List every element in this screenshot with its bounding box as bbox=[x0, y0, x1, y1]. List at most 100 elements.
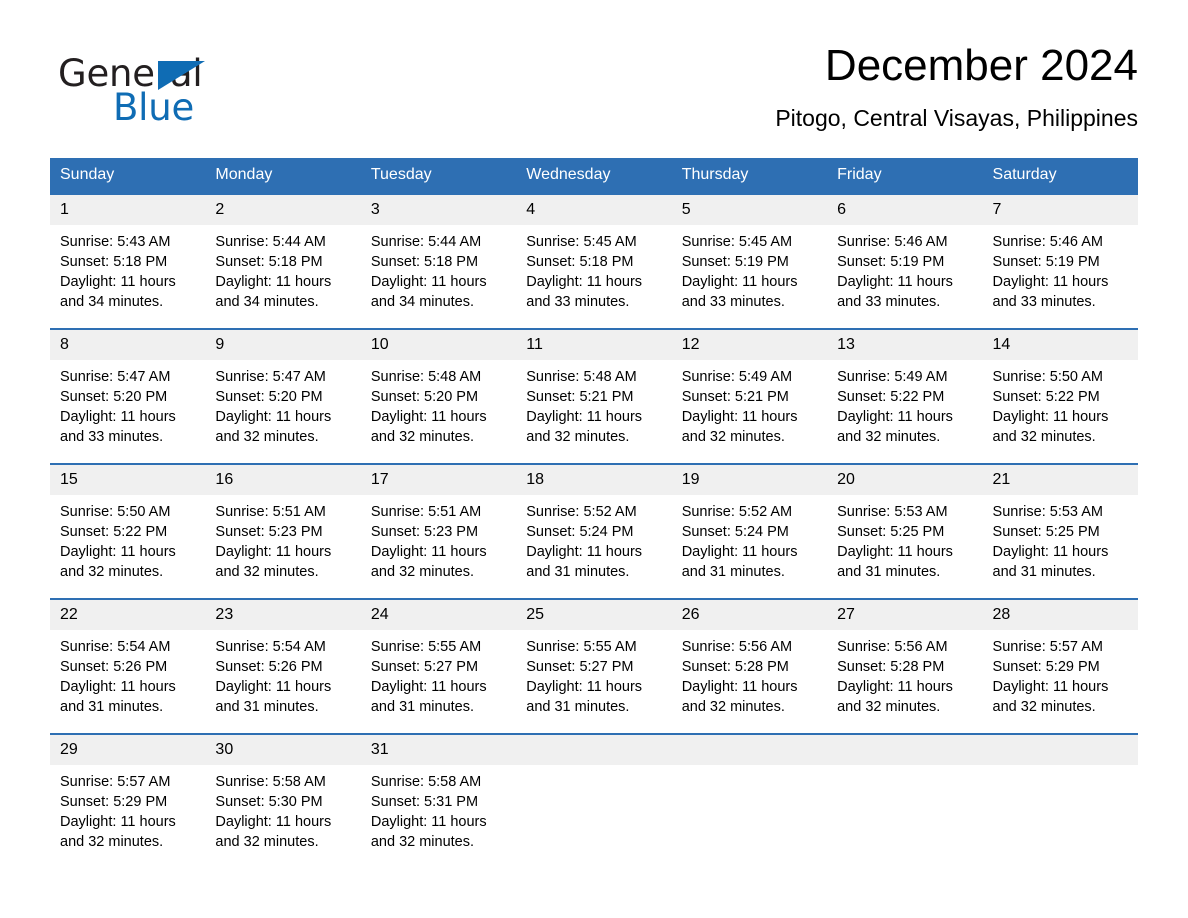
day-info: Sunrise: 5:44 AM Sunset: 5:18 PM Dayligh… bbox=[361, 225, 516, 312]
sunrise-text: Sunrise: 5:44 AM bbox=[370, 234, 482, 250]
day-cell[interactable]: 18 Sunrise: 5:52 AM Sunset: 5:24 PM Dayl… bbox=[516, 465, 672, 598]
sunset-text: Sunset: 5:25 PM bbox=[837, 524, 945, 540]
day-number: 12 bbox=[671, 330, 828, 360]
day-number: 15 bbox=[50, 465, 206, 495]
sunset-text: Sunset: 5:22 PM bbox=[992, 389, 1100, 405]
day-number: 18 bbox=[516, 465, 672, 495]
daylight-text: Daylight: 11 hours and 32 minutes. bbox=[370, 409, 487, 445]
day-cell[interactable]: 12 Sunrise: 5:49 AM Sunset: 5:21 PM Dayl… bbox=[671, 330, 828, 463]
day-cell[interactable]: 3 Sunrise: 5:44 AM Sunset: 5:18 PM Dayli… bbox=[360, 195, 517, 328]
weekday-header-saturday: Saturday bbox=[992, 166, 1057, 183]
day-number: 5 bbox=[671, 195, 828, 225]
daylight-text: Daylight: 11 hours and 31 minutes. bbox=[992, 544, 1109, 580]
day-number: 10 bbox=[360, 330, 517, 360]
day-cell[interactable]: 25 Sunrise: 5:55 AM Sunset: 5:27 PM Dayl… bbox=[516, 600, 672, 733]
calendar-page: General Blue December 2024 Pitogo, Centr… bbox=[0, 0, 1188, 918]
sunset-text: Sunset: 5:23 PM bbox=[215, 524, 323, 540]
day-cell[interactable]: 13 Sunrise: 5:49 AM Sunset: 5:22 PM Dayl… bbox=[827, 330, 983, 463]
day-number: 25 bbox=[516, 600, 672, 630]
sunset-text: Sunset: 5:23 PM bbox=[370, 524, 479, 540]
day-cell[interactable]: 22 Sunrise: 5:54 AM Sunset: 5:26 PM Dayl… bbox=[50, 600, 206, 733]
daylight-text: Daylight: 11 hours and 34 minutes. bbox=[60, 274, 176, 310]
day-cell[interactable]: 28 Sunrise: 5:57 AM Sunset: 5:29 PM Dayl… bbox=[982, 600, 1138, 733]
day-info: Sunrise: 5:45 AM Sunset: 5:19 PM Dayligh… bbox=[672, 225, 827, 312]
day-cell[interactable]: 9 Sunrise: 5:47 AM Sunset: 5:20 PM Dayli… bbox=[205, 330, 361, 463]
day-number: 7 bbox=[982, 195, 1138, 225]
day-cell[interactable]: 19 Sunrise: 5:52 AM Sunset: 5:24 PM Dayl… bbox=[671, 465, 828, 598]
day-info: Sunrise: 5:58 AM Sunset: 5:31 PM Dayligh… bbox=[361, 765, 516, 852]
day-info: Sunrise: 5:47 AM Sunset: 5:20 PM Dayligh… bbox=[50, 360, 205, 447]
daylight-text: Daylight: 11 hours and 33 minutes. bbox=[681, 274, 798, 310]
sunrise-text: Sunrise: 5:50 AM bbox=[992, 369, 1103, 385]
day-cell[interactable]: 11 Sunrise: 5:48 AM Sunset: 5:21 PM Dayl… bbox=[516, 330, 672, 463]
day-number: 19 bbox=[671, 465, 828, 495]
daylight-text: Daylight: 11 hours and 31 minutes. bbox=[215, 679, 332, 715]
day-info: Sunrise: 5:46 AM Sunset: 5:19 PM Dayligh… bbox=[827, 225, 982, 312]
day-cell[interactable]: 20 Sunrise: 5:53 AM Sunset: 5:25 PM Dayl… bbox=[827, 465, 983, 598]
daylight-text: Daylight: 11 hours and 33 minutes. bbox=[992, 274, 1109, 310]
weekday-header-tuesday: Tuesday bbox=[370, 166, 432, 183]
sunrise-text: Sunrise: 5:49 AM bbox=[837, 369, 948, 385]
weekday-header-wednesday: Wednesday bbox=[526, 166, 611, 183]
day-cell[interactable]: 29 Sunrise: 5:57 AM Sunset: 5:29 PM Dayl… bbox=[50, 735, 206, 868]
daylight-text: Daylight: 11 hours and 32 minutes. bbox=[837, 409, 953, 445]
sunrise-text: Sunrise: 5:52 AM bbox=[681, 504, 793, 520]
day-cell[interactable]: 4 Sunrise: 5:45 AM Sunset: 5:18 PM Dayli… bbox=[516, 195, 672, 328]
sunset-text: Sunset: 5:25 PM bbox=[992, 524, 1100, 540]
day-cell[interactable]: 1 Sunrise: 5:43 AM Sunset: 5:18 PM Dayli… bbox=[50, 195, 206, 328]
day-cell[interactable]: 16 Sunrise: 5:51 AM Sunset: 5:23 PM Dayl… bbox=[205, 465, 361, 598]
daylight-text: Daylight: 11 hours and 34 minutes. bbox=[215, 274, 332, 310]
day-number: 28 bbox=[982, 600, 1138, 630]
day-cell[interactable]: 6 Sunrise: 5:46 AM Sunset: 5:19 PM Dayli… bbox=[827, 195, 983, 328]
generalblue-logo[interactable]: General Blue bbox=[58, 52, 318, 142]
day-cell[interactable]: 15 Sunrise: 5:50 AM Sunset: 5:22 PM Dayl… bbox=[50, 465, 206, 598]
week-row: 22 Sunrise: 5:54 AM Sunset: 5:26 PM Dayl… bbox=[50, 598, 1138, 733]
week-row: 1 Sunrise: 5:43 AM Sunset: 5:18 PM Dayli… bbox=[50, 193, 1138, 328]
weekday-header-thursday: Thursday bbox=[681, 166, 749, 183]
sunrise-text: Sunrise: 5:55 AM bbox=[370, 639, 482, 655]
weekday-header-friday: Friday bbox=[837, 166, 882, 183]
day-info: Sunrise: 5:48 AM Sunset: 5:20 PM Dayligh… bbox=[361, 360, 516, 447]
sunrise-text: Sunrise: 5:58 AM bbox=[215, 774, 326, 790]
sunset-text: Sunset: 5:19 PM bbox=[837, 254, 945, 270]
day-cell[interactable]: 21 Sunrise: 5:53 AM Sunset: 5:25 PM Dayl… bbox=[982, 465, 1138, 598]
day-number: 14 bbox=[982, 330, 1138, 360]
sunset-text: Sunset: 5:28 PM bbox=[837, 659, 945, 675]
sunset-text: Sunset: 5:30 PM bbox=[215, 794, 323, 810]
day-cell[interactable]: 30 Sunrise: 5:58 AM Sunset: 5:30 PM Dayl… bbox=[205, 735, 361, 868]
day-cell[interactable]: 2 Sunrise: 5:44 AM Sunset: 5:18 PM Dayli… bbox=[205, 195, 361, 328]
day-cell[interactable]: 7 Sunrise: 5:46 AM Sunset: 5:19 PM Dayli… bbox=[982, 195, 1138, 328]
sunrise-text: Sunrise: 5:44 AM bbox=[215, 234, 326, 250]
day-cell[interactable]: 5 Sunrise: 5:45 AM Sunset: 5:19 PM Dayli… bbox=[671, 195, 828, 328]
day-info: Sunrise: 5:46 AM Sunset: 5:19 PM Dayligh… bbox=[983, 225, 1138, 312]
sunrise-text: Sunrise: 5:47 AM bbox=[215, 369, 326, 385]
daylight-text: Daylight: 11 hours and 32 minutes. bbox=[370, 544, 487, 580]
day-cell[interactable]: 31 Sunrise: 5:58 AM Sunset: 5:31 PM Dayl… bbox=[360, 735, 517, 868]
daylight-text: Daylight: 11 hours and 32 minutes. bbox=[215, 409, 332, 445]
daylight-text: Daylight: 11 hours and 33 minutes. bbox=[60, 409, 176, 445]
sunset-text: Sunset: 5:19 PM bbox=[992, 254, 1100, 270]
day-cell[interactable]: 8 Sunrise: 5:47 AM Sunset: 5:20 PM Dayli… bbox=[50, 330, 206, 463]
sunset-text: Sunset: 5:18 PM bbox=[370, 254, 479, 270]
day-number bbox=[827, 735, 983, 765]
day-cell[interactable]: 24 Sunrise: 5:55 AM Sunset: 5:27 PM Dayl… bbox=[360, 600, 517, 733]
day-cell[interactable]: 23 Sunrise: 5:54 AM Sunset: 5:26 PM Dayl… bbox=[205, 600, 361, 733]
daylight-text: Daylight: 11 hours and 31 minutes. bbox=[526, 544, 643, 580]
day-number: 26 bbox=[671, 600, 828, 630]
sunset-text: Sunset: 5:22 PM bbox=[60, 524, 168, 540]
sunset-text: Sunset: 5:26 PM bbox=[215, 659, 323, 675]
day-info: Sunrise: 5:56 AM Sunset: 5:28 PM Dayligh… bbox=[672, 630, 827, 717]
sunset-text: Sunset: 5:21 PM bbox=[681, 389, 789, 405]
day-cell[interactable]: 17 Sunrise: 5:51 AM Sunset: 5:23 PM Dayl… bbox=[360, 465, 517, 598]
day-cell-empty bbox=[827, 735, 983, 868]
day-cell[interactable]: 27 Sunrise: 5:56 AM Sunset: 5:28 PM Dayl… bbox=[827, 600, 983, 733]
day-cell[interactable]: 14 Sunrise: 5:50 AM Sunset: 5:22 PM Dayl… bbox=[982, 330, 1138, 463]
day-number: 29 bbox=[50, 735, 206, 765]
day-cell-empty bbox=[516, 735, 672, 868]
day-number: 20 bbox=[827, 465, 983, 495]
day-cell[interactable]: 26 Sunrise: 5:56 AM Sunset: 5:28 PM Dayl… bbox=[671, 600, 828, 733]
day-info: Sunrise: 5:43 AM Sunset: 5:18 PM Dayligh… bbox=[50, 225, 205, 312]
day-number bbox=[982, 735, 1138, 765]
day-cell[interactable]: 10 Sunrise: 5:48 AM Sunset: 5:20 PM Dayl… bbox=[360, 330, 517, 463]
sunset-text: Sunset: 5:19 PM bbox=[681, 254, 789, 270]
